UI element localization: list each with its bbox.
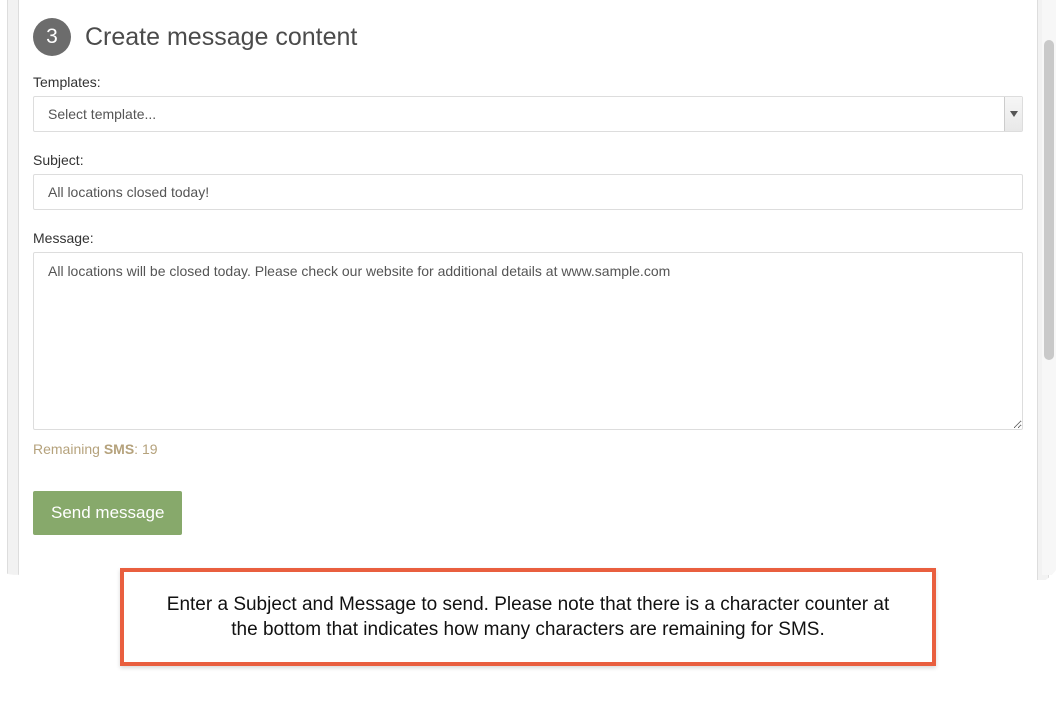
sms-counter: Remaining SMS: 19: [33, 441, 1023, 457]
scrollbar-thumb[interactable]: [1044, 40, 1054, 360]
send-message-button[interactable]: Send message: [33, 491, 182, 535]
instruction-callout: Enter a Subject and Message to send. Ple…: [120, 568, 936, 666]
scrollbar-track[interactable]: [1042, 0, 1056, 575]
templates-select-wrap: Select template...: [33, 96, 1023, 132]
message-label: Message:: [33, 230, 1023, 246]
message-group: Message: All locations will be closed to…: [33, 230, 1023, 457]
counter-prefix: Remaining: [33, 441, 104, 457]
subject-input[interactable]: [33, 174, 1023, 210]
templates-select[interactable]: Select template...: [33, 96, 1023, 132]
counter-suffix: : 19: [134, 441, 157, 457]
subject-group: Subject:: [33, 152, 1023, 210]
templates-label: Templates:: [33, 74, 1023, 90]
step-header: 3 Create message content: [33, 18, 1023, 56]
templates-group: Templates: Select template...: [33, 74, 1023, 132]
step-title: Create message content: [85, 23, 357, 52]
counter-bold: SMS: [104, 441, 134, 457]
page-root: 3 Create message content Templates: Sele…: [0, 0, 1056, 703]
left-decorative-rail: [7, 0, 19, 580]
message-textarea[interactable]: All locations will be closed today. Plea…: [33, 252, 1023, 430]
step-number-badge: 3: [33, 18, 71, 56]
callout-text: Enter a Subject and Message to send. Ple…: [167, 594, 889, 640]
subject-label: Subject:: [33, 152, 1023, 168]
form-content: 3 Create message content Templates: Sele…: [33, 0, 1023, 565]
